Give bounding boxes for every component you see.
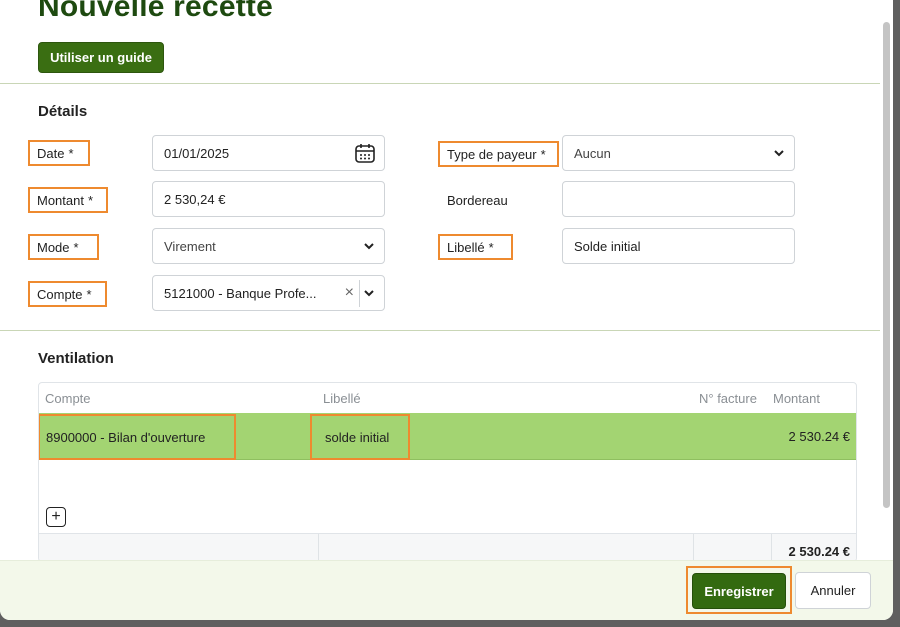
payer-type-label: Type de payeur * bbox=[438, 141, 559, 167]
required-marker: * bbox=[87, 192, 94, 208]
libelle-label-text: Libellé bbox=[447, 239, 485, 255]
column-header-compte: Compte bbox=[45, 391, 91, 406]
required-marker: * bbox=[68, 145, 74, 161]
bordereau-input[interactable] bbox=[562, 181, 795, 217]
chevron-down-icon bbox=[772, 146, 786, 160]
bordereau-label: Bordereau bbox=[438, 187, 538, 213]
column-divider bbox=[693, 534, 694, 561]
column-divider bbox=[318, 534, 319, 561]
table-row[interactable]: 8900000 - Bilan d'ouverture solde initia… bbox=[39, 413, 856, 460]
mode-value: Virement bbox=[164, 238, 216, 254]
details-section-title: Détails bbox=[38, 103, 88, 120]
required-marker: * bbox=[73, 239, 79, 255]
mode-label-text: Mode bbox=[37, 239, 70, 255]
libelle-value: Solde initial bbox=[574, 238, 641, 254]
required-marker: * bbox=[488, 239, 494, 255]
required-marker: * bbox=[540, 146, 546, 162]
ventilation-table: Compte Libellé N° facture Montant 890000… bbox=[38, 382, 857, 562]
column-header-montant: Montant bbox=[773, 391, 820, 406]
date-label: Date * bbox=[28, 140, 90, 166]
date-label-text: Date bbox=[37, 145, 65, 161]
chevron-down-icon bbox=[362, 239, 376, 253]
section-divider bbox=[0, 83, 880, 84]
row-compte-cell[interactable]: 8900000 - Bilan d'ouverture bbox=[39, 414, 236, 460]
column-header-libelle: Libellé bbox=[323, 391, 361, 406]
libelle-label: Libellé * bbox=[438, 234, 513, 260]
add-row-icon[interactable]: + bbox=[46, 507, 66, 527]
total-row: 2 530.24 € bbox=[39, 533, 856, 561]
clear-icon[interactable]: × bbox=[345, 284, 354, 302]
account-value: 5121000 - Banque Profe... bbox=[164, 285, 317, 301]
calendar-icon[interactable] bbox=[354, 142, 376, 164]
bordereau-label-text: Bordereau bbox=[447, 192, 508, 208]
save-button[interactable]: Enregistrer bbox=[692, 573, 786, 609]
select-divider bbox=[359, 280, 360, 307]
row-facture-cell[interactable] bbox=[694, 413, 774, 459]
ventilation-section-title: Ventilation bbox=[38, 350, 114, 367]
total-amount: 2 530.24 € bbox=[788, 543, 850, 559]
amount-input[interactable]: 2 530,24 € bbox=[152, 181, 385, 217]
mode-label: Mode * bbox=[28, 234, 99, 260]
amount-label: Montant * bbox=[28, 187, 108, 213]
required-marker: * bbox=[86, 286, 92, 302]
mode-select[interactable]: Virement bbox=[152, 228, 385, 264]
payer-type-select[interactable]: Aucun bbox=[562, 135, 795, 171]
cancel-button[interactable]: Annuler bbox=[795, 572, 871, 609]
payer-type-value: Aucun bbox=[574, 145, 611, 161]
row-libelle-cell[interactable]: solde initial bbox=[310, 414, 410, 460]
libelle-input[interactable]: Solde initial bbox=[562, 228, 795, 264]
column-divider bbox=[771, 534, 772, 561]
new-receipt-dialog: Nouvelle recette Utiliser un guide Détai… bbox=[0, 0, 893, 620]
column-header-facture: N° facture bbox=[699, 391, 757, 406]
amount-value: 2 530,24 € bbox=[164, 191, 226, 207]
account-label: Compte * bbox=[28, 281, 107, 307]
use-guide-button[interactable]: Utiliser un guide bbox=[38, 42, 164, 73]
account-select[interactable]: 5121000 - Banque Profe... × bbox=[152, 275, 385, 311]
section-divider bbox=[0, 330, 880, 331]
date-input[interactable]: 01/01/2025 bbox=[152, 135, 385, 171]
scrollbar-thumb[interactable] bbox=[883, 22, 890, 508]
chevron-down-icon[interactable] bbox=[362, 286, 376, 300]
account-label-text: Compte bbox=[37, 286, 83, 302]
dialog-title: Nouvelle recette bbox=[38, 0, 273, 23]
row-montant-cell[interactable]: 2 530.24 € bbox=[789, 413, 850, 459]
date-value: 01/01/2025 bbox=[164, 145, 230, 161]
payer-type-label-text: Type de payeur bbox=[447, 146, 537, 162]
amount-label-text: Montant bbox=[37, 192, 84, 208]
